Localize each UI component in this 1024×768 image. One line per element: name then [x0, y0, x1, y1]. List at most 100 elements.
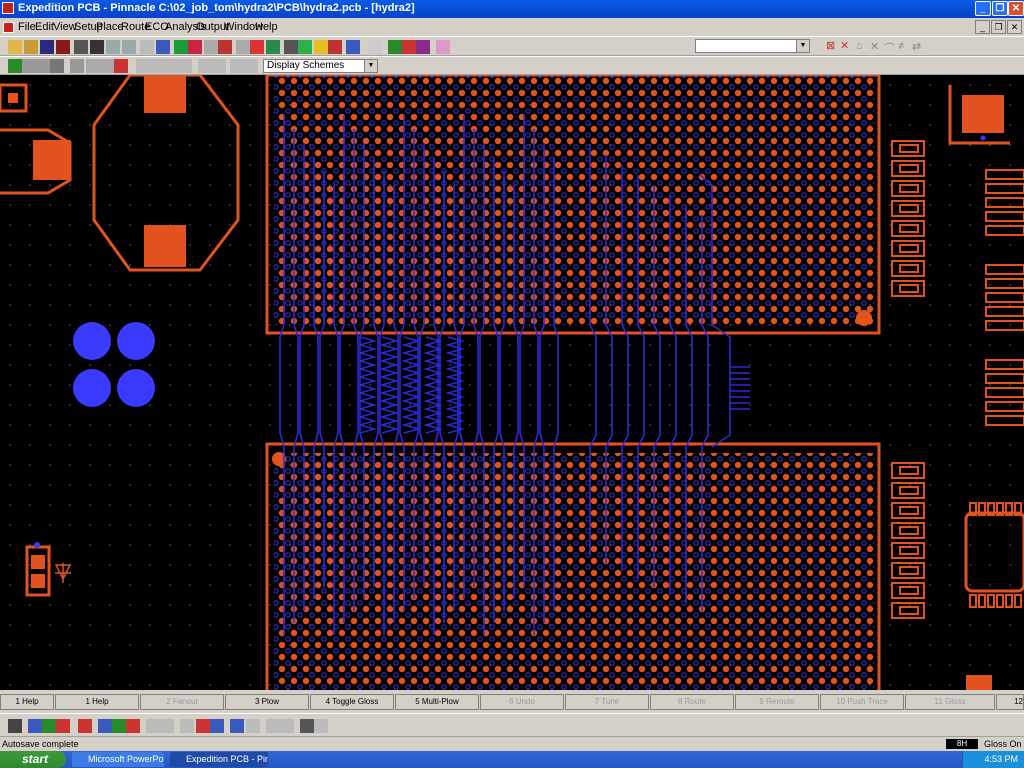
- fkey-9[interactable]: 9 Reroute: [735, 694, 819, 710]
- tool-grid-icon[interactable]: [230, 719, 244, 733]
- hazard-icon[interactable]: [328, 40, 342, 54]
- fkey-12[interactable]: 12: [996, 694, 1024, 710]
- fkey-1[interactable]: 1 Help: [0, 694, 54, 710]
- tool-text-icon[interactable]: [246, 719, 260, 733]
- tool-ves-icon[interactable]: [146, 719, 160, 733]
- fkey-11[interactable]: 11 Gloss: [905, 694, 995, 710]
- delete-icon[interactable]: [368, 40, 382, 54]
- menu-file[interactable]: File: [18, 21, 36, 33]
- tool-cut-icon[interactable]: [56, 719, 70, 733]
- layer-dropdown[interactable]: ▼: [695, 39, 810, 53]
- route-icon[interactable]: [250, 40, 264, 54]
- fkey-4[interactable]: 4 Toggle Gloss: [310, 694, 394, 710]
- undo-icon[interactable]: [106, 40, 120, 54]
- fkey-5[interactable]: 5 Multi-Plow: [395, 694, 479, 710]
- spread-a-icon[interactable]: [198, 59, 212, 73]
- move-icon[interactable]: [204, 40, 218, 54]
- group-a-icon[interactable]: [70, 59, 84, 73]
- drc-icon[interactable]: [284, 40, 298, 54]
- close-button[interactable]: ✕: [1008, 1, 1024, 16]
- tool-a-icon[interactable]: ⌂: [856, 40, 870, 54]
- swap-icon[interactable]: [218, 40, 232, 54]
- tool-select-b-icon[interactable]: [280, 719, 294, 733]
- open-icon[interactable]: [8, 40, 22, 54]
- tool-neo-icon[interactable]: [160, 719, 174, 733]
- doc-close-button[interactable]: ✕: [1007, 20, 1022, 34]
- x-icon[interactable]: ✕: [840, 40, 854, 54]
- start-button[interactable]: start: [0, 751, 66, 768]
- redo-icon[interactable]: [122, 40, 136, 54]
- menu-edit[interactable]: Edit: [35, 21, 54, 33]
- spread-b-icon[interactable]: [212, 59, 226, 73]
- line-icon[interactable]: [236, 40, 250, 54]
- doc-restore-button[interactable]: ❐: [991, 20, 1006, 34]
- help-icon[interactable]: [436, 40, 450, 54]
- unlock-icon[interactable]: [178, 59, 192, 73]
- task-expedition[interactable]: Expedition PCB - Pinn...: [170, 752, 268, 767]
- tool-w-icon[interactable]: [314, 719, 328, 733]
- save-icon[interactable]: [40, 40, 54, 54]
- fkey-10[interactable]: 10 Push Trace: [820, 694, 904, 710]
- maximize-button[interactable]: ❐: [992, 1, 1008, 16]
- select-icon[interactable]: [140, 40, 154, 54]
- tool-plot-icon[interactable]: [98, 719, 112, 733]
- layer-c-icon[interactable]: [50, 59, 64, 73]
- tool-one-icon[interactable]: [196, 719, 210, 733]
- group-c-icon[interactable]: [100, 59, 114, 73]
- autoroute-icon[interactable]: [266, 40, 280, 54]
- clear-icon[interactable]: ⊠: [826, 40, 840, 54]
- net-icon[interactable]: [298, 40, 312, 54]
- display-schemes-dropdown[interactable]: Display Schemes ▼: [263, 59, 378, 73]
- display-control-icon[interactable]: [8, 59, 22, 73]
- tool-panel-icon[interactable]: [112, 719, 126, 733]
- pcb-canvas[interactable]: [0, 75, 1024, 690]
- tool-d-icon[interactable]: ≠: [898, 40, 912, 54]
- task-powerpoint[interactable]: Microsoft PowerPoint ...: [72, 752, 164, 767]
- tool-c-icon[interactable]: ⌒: [884, 40, 898, 55]
- fkey-3[interactable]: 3 Plow: [225, 694, 309, 710]
- menu-place[interactable]: Place: [96, 21, 124, 33]
- group-b-icon[interactable]: [86, 59, 100, 73]
- tool-ruler-icon[interactable]: [300, 719, 314, 733]
- warning-icon[interactable]: [314, 40, 328, 54]
- save-all-icon[interactable]: [56, 40, 70, 54]
- tool-e-icon[interactable]: ⇄: [912, 40, 926, 54]
- spread-d-icon[interactable]: [244, 59, 258, 73]
- fkey-7[interactable]: 7 Tune: [565, 694, 649, 710]
- fkey-1-help[interactable]: 1 Help: [55, 694, 139, 710]
- book-icon[interactable]: [388, 40, 402, 54]
- place-part-icon[interactable]: [188, 40, 202, 54]
- minimize-button[interactable]: _: [975, 1, 991, 16]
- align-b-icon[interactable]: [150, 59, 164, 73]
- document-icon[interactable]: [3, 22, 14, 33]
- group-d-icon[interactable]: [114, 59, 128, 73]
- tool-b-icon[interactable]: ✕: [870, 40, 884, 54]
- lock-icon[interactable]: [164, 59, 178, 73]
- open-folder-icon[interactable]: [24, 40, 38, 54]
- tool-snapshot-icon[interactable]: [78, 719, 92, 733]
- fkey-6[interactable]: 6 Undo: [480, 694, 564, 710]
- board-icon[interactable]: [174, 40, 188, 54]
- pcb-layout[interactable]: [0, 75, 1024, 690]
- layer-b-icon[interactable]: [36, 59, 50, 73]
- document-stack-icon[interactable]: [416, 40, 430, 54]
- properties-icon[interactable]: [156, 40, 170, 54]
- layer-a-icon[interactable]: [22, 59, 36, 73]
- print-icon[interactable]: [74, 40, 88, 54]
- menu-help[interactable]: Help: [255, 21, 278, 33]
- fkey-8[interactable]: 8 Route: [650, 694, 734, 710]
- tool-measure-icon[interactable]: [42, 719, 56, 733]
- bga-bottom[interactable]: [265, 442, 881, 690]
- doc-minimize-button[interactable]: _: [975, 20, 990, 34]
- fkey-2[interactable]: 2 Fanout: [140, 694, 224, 710]
- library-icon[interactable]: [346, 40, 360, 54]
- app-icon[interactable]: [2, 2, 14, 14]
- tool-save-icon[interactable]: [8, 719, 22, 733]
- spread-c-icon[interactable]: [230, 59, 244, 73]
- tool-color-icon[interactable]: [126, 719, 140, 733]
- tool-person-icon[interactable]: [28, 719, 42, 733]
- tool-pointer-icon[interactable]: [180, 719, 194, 733]
- tool-select-a-icon[interactable]: [266, 719, 280, 733]
- bga-top[interactable]: [265, 75, 881, 335]
- tool-two-icon[interactable]: [210, 719, 224, 733]
